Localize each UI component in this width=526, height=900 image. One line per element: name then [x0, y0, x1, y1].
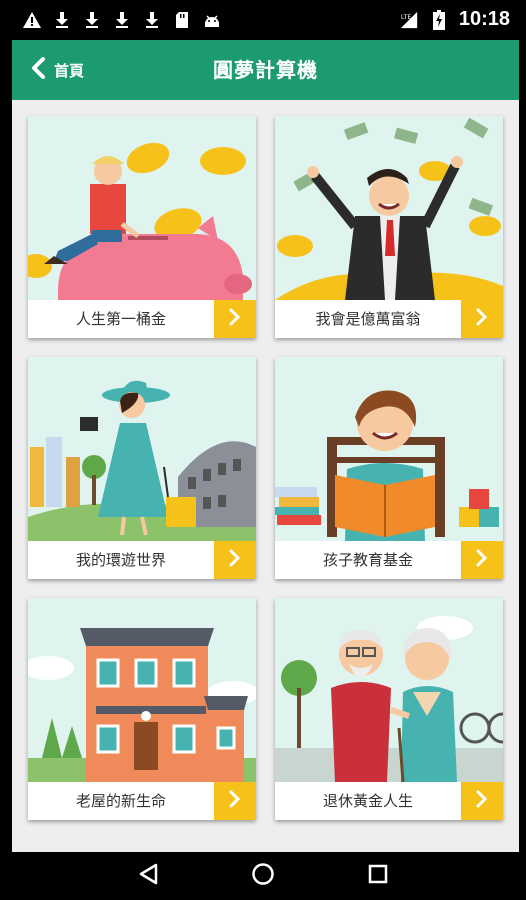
elderly-couple-illustration — [275, 598, 503, 782]
nav-back-button[interactable] — [128, 856, 168, 896]
chevron-right-icon — [476, 308, 488, 330]
card-arrow-button[interactable] — [461, 782, 503, 820]
warning-icon — [22, 10, 42, 30]
battery-charging-icon — [429, 9, 449, 30]
chevron-right-icon — [229, 790, 241, 812]
status-notifications — [22, 10, 222, 30]
card-golden-retirement[interactable]: 退休黃金人生 — [275, 598, 503, 820]
nav-home-button[interactable] — [243, 856, 283, 896]
house-illustration — [28, 598, 256, 782]
svg-text:LTE: LTE — [401, 14, 412, 21]
download-icon — [52, 10, 72, 30]
status-time: 10:18 — [458, 8, 510, 30]
chevron-right-icon — [476, 549, 488, 571]
app-bar: 圓夢計算機 首頁 — [12, 40, 519, 100]
chevron-right-icon — [229, 549, 241, 571]
child-reading-illustration — [275, 357, 503, 541]
card-travel-the-world[interactable]: 我的環遊世界 — [28, 357, 256, 579]
chevron-left-icon — [30, 57, 46, 83]
download-icon — [112, 10, 132, 30]
chevron-right-icon — [476, 790, 488, 812]
card-arrow-button[interactable] — [461, 300, 503, 338]
traveler-illustration — [28, 357, 256, 541]
card-arrow-button[interactable] — [214, 782, 256, 820]
card-label: 人生第一桶金 — [75, 310, 166, 328]
card-old-house-new-life[interactable]: 老屋的新生命 — [28, 598, 256, 820]
system-navigation-bar — [0, 852, 526, 900]
nav-recents-button[interactable] — [358, 856, 398, 896]
card-label: 老屋的新生命 — [75, 792, 166, 810]
card-first-bucket-of-gold[interactable]: 人生第一桶金 — [28, 116, 256, 338]
download-icon — [82, 10, 102, 30]
card-label: 退休黃金人生 — [322, 792, 413, 810]
back-button[interactable]: 首頁 — [30, 54, 84, 86]
content-area: 人生第一桶金 我會是億萬富翁 我的環遊世界 孩子教育基金 老屋的新生命 退休黃金… — [12, 100, 519, 852]
card-billionaire[interactable]: 我會是億萬富翁 — [275, 116, 503, 338]
status-system: LTE 10:18 — [399, 8, 510, 31]
sd-card-icon — [172, 10, 192, 30]
back-label: 首頁 — [54, 61, 85, 80]
chevron-right-icon — [229, 308, 241, 330]
home-circle-icon — [251, 862, 275, 890]
status-bar: LTE 10:18 — [0, 0, 526, 40]
signal-lte-icon: LTE — [399, 10, 419, 30]
piggy-bank-illustration — [28, 116, 256, 300]
card-arrow-button[interactable] — [214, 541, 256, 579]
download-icon — [142, 10, 162, 30]
rich-man-illustration — [275, 116, 503, 300]
android-icon — [202, 10, 222, 30]
card-label: 孩子教育基金 — [322, 551, 413, 569]
back-triangle-icon — [137, 862, 159, 890]
card-arrow-button[interactable] — [461, 541, 503, 579]
page-title: 圓夢計算機 — [213, 58, 318, 82]
card-child-education-fund[interactable]: 孩子教育基金 — [275, 357, 503, 579]
recents-square-icon — [367, 863, 389, 889]
card-label: 我會是億萬富翁 — [315, 310, 421, 328]
card-label: 我的環遊世界 — [75, 551, 166, 569]
card-arrow-button[interactable] — [214, 300, 256, 338]
